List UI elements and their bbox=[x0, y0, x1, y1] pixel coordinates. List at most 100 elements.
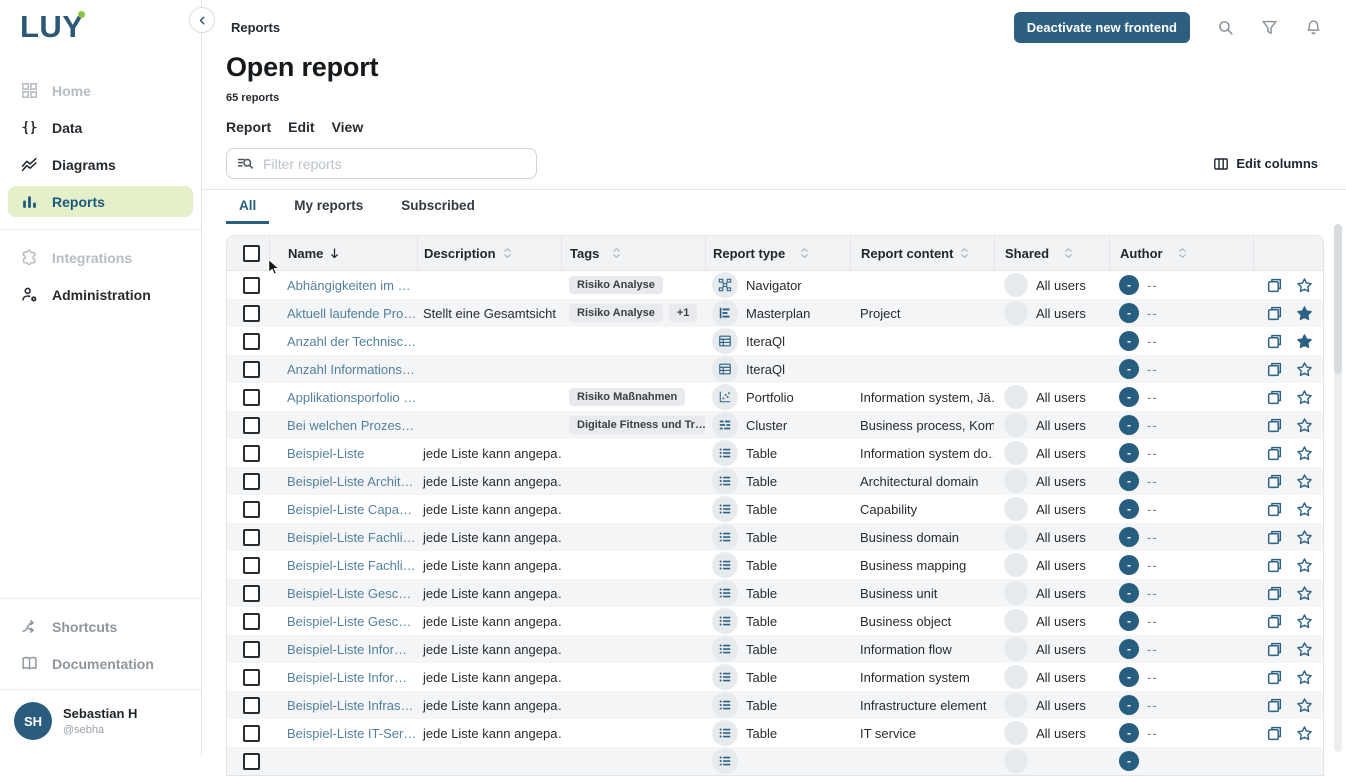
row-checkbox[interactable] bbox=[243, 613, 260, 630]
favorite-star-button[interactable] bbox=[1296, 725, 1313, 742]
column-header-content[interactable]: Report content bbox=[850, 236, 994, 270]
row-checkbox[interactable] bbox=[243, 697, 260, 714]
report-name-link[interactable]: Beispiel-Liste Geschäft… bbox=[287, 586, 417, 601]
row-checkbox[interactable] bbox=[243, 669, 260, 686]
copy-report-button[interactable] bbox=[1266, 417, 1283, 434]
bell-icon[interactable] bbox=[1305, 19, 1322, 36]
report-name-link[interactable]: Beispiel-Liste Informati… bbox=[287, 642, 417, 657]
table-row[interactable]: Beispiel-Liste jede Liste kann angepa… T… bbox=[227, 439, 1323, 467]
scrollbar-thumb[interactable] bbox=[1334, 224, 1342, 374]
table-row[interactable]: Abhängigkeiten im Kon… Risiko Analyse Na… bbox=[227, 271, 1323, 299]
favorite-star-button[interactable] bbox=[1296, 361, 1313, 378]
sort-desc-icon[interactable] bbox=[328, 247, 341, 260]
favorite-star-button[interactable] bbox=[1296, 473, 1313, 490]
table-row[interactable]: Beispiel-Liste Geschäft… jede Liste kann… bbox=[227, 607, 1323, 635]
table-row[interactable]: Beispiel-Liste IT-Servic… jede Liste kan… bbox=[227, 719, 1323, 747]
sidebar-item-documentation[interactable]: Documentation bbox=[8, 648, 193, 679]
report-name-link[interactable]: Beispiel-Liste Infrastru… bbox=[287, 698, 417, 713]
filter-reports-input[interactable] bbox=[261, 155, 526, 173]
search-icon[interactable] bbox=[1217, 19, 1234, 36]
copy-report-button[interactable] bbox=[1266, 613, 1283, 630]
report-name-link[interactable]: Bei welchen Prozessen… bbox=[287, 418, 417, 433]
copy-report-button[interactable] bbox=[1266, 697, 1283, 714]
favorite-star-button[interactable] bbox=[1296, 529, 1313, 546]
report-name-link[interactable]: Beispiel-Liste Informati… bbox=[287, 670, 417, 685]
favorite-star-button[interactable] bbox=[1296, 501, 1313, 518]
favorite-star-button[interactable] bbox=[1296, 445, 1313, 462]
sidebar-item-home[interactable]: Home bbox=[8, 75, 193, 106]
table-row[interactable]: Applikationsporfolio Ü… Risiko Maßnahmen… bbox=[227, 383, 1323, 411]
copy-report-button[interactable] bbox=[1266, 501, 1283, 518]
row-checkbox[interactable] bbox=[243, 557, 260, 574]
report-name-link[interactable]: Beispiel-Liste Architekt… bbox=[287, 474, 417, 489]
table-row[interactable]: - bbox=[227, 747, 1323, 775]
row-checkbox[interactable] bbox=[243, 445, 260, 462]
row-checkbox[interactable] bbox=[243, 333, 260, 350]
report-name-link[interactable]: Beispiel-Liste IT-Servic… bbox=[287, 726, 417, 741]
row-checkbox[interactable] bbox=[243, 277, 260, 294]
favorite-star-button[interactable] bbox=[1296, 669, 1313, 686]
row-checkbox[interactable] bbox=[243, 725, 260, 742]
copy-report-button[interactable] bbox=[1266, 473, 1283, 490]
sort-icon[interactable] bbox=[612, 246, 621, 260]
sort-icon[interactable] bbox=[1178, 246, 1187, 260]
table-row[interactable]: Beispiel-Liste Fachlich… jede Liste kann… bbox=[227, 551, 1323, 579]
menu-report[interactable]: Report bbox=[226, 119, 271, 135]
copy-report-button[interactable] bbox=[1266, 557, 1283, 574]
row-checkbox[interactable] bbox=[243, 389, 260, 406]
row-checkbox[interactable] bbox=[243, 361, 260, 378]
edit-columns-button[interactable]: Edit columns bbox=[1213, 156, 1318, 172]
copy-report-button[interactable] bbox=[1266, 641, 1283, 658]
table-row[interactable]: Beispiel-Liste Fachlich… jede Liste kann… bbox=[227, 523, 1323, 551]
row-checkbox[interactable] bbox=[243, 417, 260, 434]
row-checkbox[interactable] bbox=[243, 529, 260, 546]
sort-icon[interactable] bbox=[800, 246, 809, 260]
sort-icon[interactable] bbox=[503, 246, 512, 260]
tab-my-reports[interactable]: My reports bbox=[281, 190, 376, 224]
copy-report-button[interactable] bbox=[1266, 277, 1283, 294]
table-row[interactable]: Beispiel-Liste Infrastru… jede Liste kan… bbox=[227, 691, 1323, 719]
copy-report-button[interactable] bbox=[1266, 305, 1283, 322]
report-name-link[interactable]: Beispiel-Liste bbox=[287, 446, 364, 461]
column-header-name[interactable]: Name bbox=[269, 236, 417, 270]
table-row[interactable]: Beispiel-Liste Informati… jede Liste kan… bbox=[227, 663, 1323, 691]
row-checkbox[interactable] bbox=[243, 641, 260, 658]
report-name-link[interactable]: Aktuell laufende Projek… bbox=[287, 306, 417, 321]
user-profile[interactable]: SH Sebastian H @sebha bbox=[0, 689, 201, 756]
favorite-star-button[interactable] bbox=[1296, 585, 1313, 602]
report-name-link[interactable]: Anzahl Informationssy… bbox=[287, 362, 417, 377]
table-row[interactable]: Beispiel-Liste Capability jede Liste kan… bbox=[227, 495, 1323, 523]
tab-subscribed[interactable]: Subscribed bbox=[388, 190, 488, 224]
copy-report-button[interactable] bbox=[1266, 361, 1283, 378]
table-row[interactable]: Bei welchen Prozessen… Digitale Fitness … bbox=[227, 411, 1323, 439]
favorite-star-button[interactable] bbox=[1296, 557, 1313, 574]
menu-view[interactable]: View bbox=[332, 119, 364, 135]
favorite-star-button[interactable] bbox=[1296, 697, 1313, 714]
favorite-star-button[interactable] bbox=[1296, 389, 1313, 406]
column-header-description[interactable]: Description bbox=[417, 236, 561, 270]
sidebar-item-diagrams[interactable]: Diagrams bbox=[8, 149, 193, 180]
favorite-star-button[interactable] bbox=[1296, 333, 1313, 350]
table-row[interactable]: Beispiel-Liste Architekt… jede Liste kan… bbox=[227, 467, 1323, 495]
favorite-star-button[interactable] bbox=[1296, 305, 1313, 322]
copy-report-button[interactable] bbox=[1266, 333, 1283, 350]
menu-edit[interactable]: Edit bbox=[288, 119, 314, 135]
sidebar-item-administration[interactable]: Administration bbox=[8, 279, 193, 310]
report-name-link[interactable]: Beispiel-Liste Fachlich… bbox=[287, 558, 417, 573]
report-name-link[interactable]: Anzahl der Technische… bbox=[287, 334, 417, 349]
report-name-link[interactable]: Beispiel-Liste Capability bbox=[287, 502, 417, 517]
filter-icon[interactable] bbox=[1261, 19, 1278, 36]
deactivate-new-frontend-button[interactable]: Deactivate new frontend bbox=[1014, 12, 1190, 43]
row-checkbox[interactable] bbox=[243, 501, 260, 518]
table-row[interactable]: Anzahl Informationssy… IteraQl - -- bbox=[227, 355, 1323, 383]
column-header-author[interactable]: Author bbox=[1109, 236, 1253, 270]
column-header-shared[interactable]: Shared bbox=[994, 236, 1109, 270]
row-checkbox[interactable] bbox=[243, 585, 260, 602]
sidebar-item-reports[interactable]: Reports bbox=[8, 186, 193, 217]
copy-report-button[interactable] bbox=[1266, 669, 1283, 686]
table-row[interactable]: Beispiel-Liste Informati… jede Liste kan… bbox=[227, 635, 1323, 663]
copy-report-button[interactable] bbox=[1266, 529, 1283, 546]
column-header-tags[interactable]: Tags bbox=[561, 236, 705, 270]
copy-report-button[interactable] bbox=[1266, 445, 1283, 462]
table-row[interactable]: Anzahl der Technische… IteraQl - -- bbox=[227, 327, 1323, 355]
